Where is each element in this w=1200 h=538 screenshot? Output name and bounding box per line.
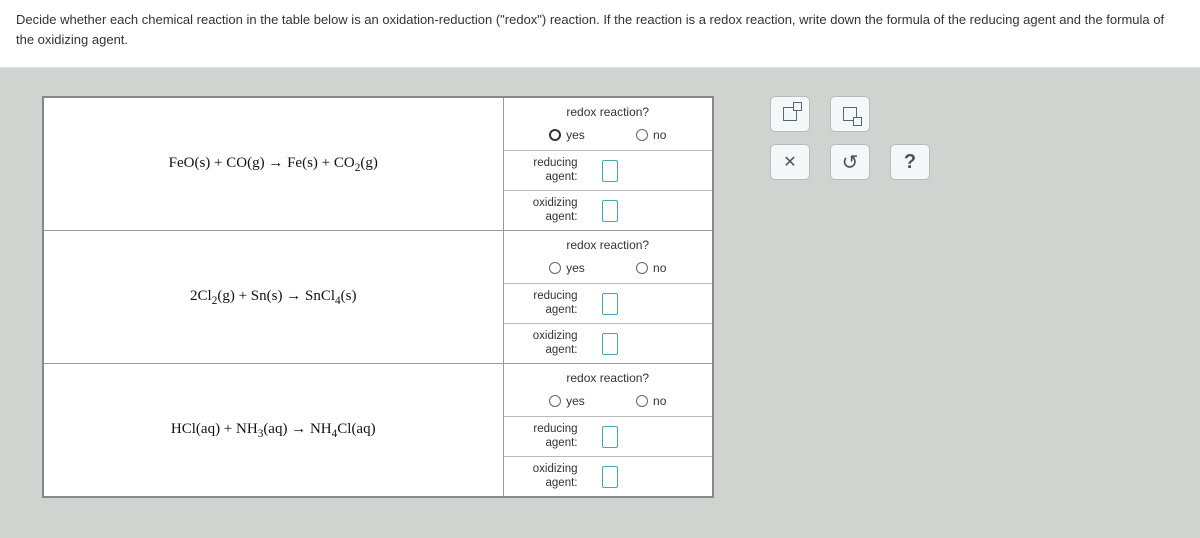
equation-cell: 2Cl2(g) + Sn(s) → SnCl4(s) — [43, 231, 503, 364]
reset-button[interactable] — [830, 144, 870, 180]
reducing-agent-row: reducingagent: — [504, 283, 713, 323]
reducing-agent-input[interactable] — [602, 160, 618, 182]
radio-circle-icon — [636, 395, 648, 407]
equation-cell: HCl(aq) + NH3(aq) → NH4Cl(aq) — [43, 364, 503, 498]
radio-yes-label: yes — [566, 128, 585, 142]
reducing-agent-label: reducingagent: — [504, 157, 584, 185]
redox-header: redox reaction? — [504, 98, 713, 126]
content-area: FeO(s) + CO(g) → Fe(s) + CO2(g)redox rea… — [0, 68, 1200, 526]
redox-header: redox reaction? — [504, 364, 713, 392]
reducing-agent-label: reducingagent: — [504, 423, 584, 451]
radio-yes-label: yes — [566, 261, 585, 275]
radio-row: yes no — [504, 126, 713, 150]
oxidizing-agent-row: oxidizingagent: — [504, 323, 713, 363]
help-button[interactable] — [890, 144, 930, 180]
reducing-agent-row: reducingagent: — [504, 150, 713, 190]
answer-cell: redox reaction? yes no reducingagent: oxidiz… — [503, 231, 713, 364]
reducing-agent-input-wrap — [584, 426, 713, 448]
reducing-agent-input-wrap — [584, 160, 713, 182]
radio-no-label: no — [653, 394, 666, 408]
oxidizing-agent-input-wrap — [584, 466, 713, 488]
radio-yes[interactable]: yes — [549, 128, 585, 142]
radio-no[interactable]: no — [636, 261, 666, 275]
oxidizing-agent-input[interactable] — [602, 466, 618, 488]
superscript-button[interactable] — [770, 96, 810, 132]
question-text: Decide whether each chemical reaction in… — [0, 0, 1200, 68]
radio-circle-icon — [636, 129, 648, 141]
answer-cell: redox reaction? yes no reducingagent: oxidiz… — [503, 364, 713, 498]
radio-yes-label: yes — [566, 394, 585, 408]
radio-no-label: no — [653, 261, 666, 275]
radio-no[interactable]: no — [636, 394, 666, 408]
subscript-icon — [843, 107, 857, 121]
oxidizing-agent-label: oxidizingagent: — [504, 330, 584, 358]
reaction-table: FeO(s) + CO(g) → Fe(s) + CO2(g)redox rea… — [42, 96, 714, 498]
oxidizing-agent-input[interactable] — [602, 333, 618, 355]
subscript-button[interactable] — [830, 96, 870, 132]
superscript-icon — [783, 107, 797, 121]
redox-header: redox reaction? — [504, 231, 713, 259]
oxidizing-agent-label: oxidizingagent: — [504, 197, 584, 225]
oxidizing-agent-input-wrap — [584, 333, 713, 355]
oxidizing-agent-label: oxidizingagent: — [504, 463, 584, 491]
equation-cell: FeO(s) + CO(g) → Fe(s) + CO2(g) — [43, 97, 503, 231]
radio-no[interactable]: no — [636, 128, 666, 142]
oxidizing-agent-row: oxidizingagent: — [504, 456, 713, 496]
radio-yes[interactable]: yes — [549, 261, 585, 275]
radio-yes[interactable]: yes — [549, 394, 585, 408]
radio-no-label: no — [653, 128, 666, 142]
radio-row: yes no — [504, 259, 713, 283]
reducing-agent-label: reducingagent: — [504, 290, 584, 318]
reducing-agent-input[interactable] — [602, 426, 618, 448]
radio-row: yes no — [504, 392, 713, 416]
oxidizing-agent-row: oxidizingagent: — [504, 190, 713, 230]
reducing-agent-input[interactable] — [602, 293, 618, 315]
close-button[interactable] — [770, 144, 810, 180]
reducing-agent-input-wrap — [584, 293, 713, 315]
oxidizing-agent-input[interactable] — [602, 200, 618, 222]
answer-cell: redox reaction? yes no reducingagent: oxidiz… — [503, 97, 713, 231]
radio-circle-icon — [636, 262, 648, 274]
radio-circle-icon — [549, 129, 561, 141]
radio-circle-icon — [549, 262, 561, 274]
oxidizing-agent-input-wrap — [584, 200, 713, 222]
toolbox — [770, 96, 930, 192]
reducing-agent-row: reducingagent: — [504, 416, 713, 456]
radio-circle-icon — [549, 395, 561, 407]
